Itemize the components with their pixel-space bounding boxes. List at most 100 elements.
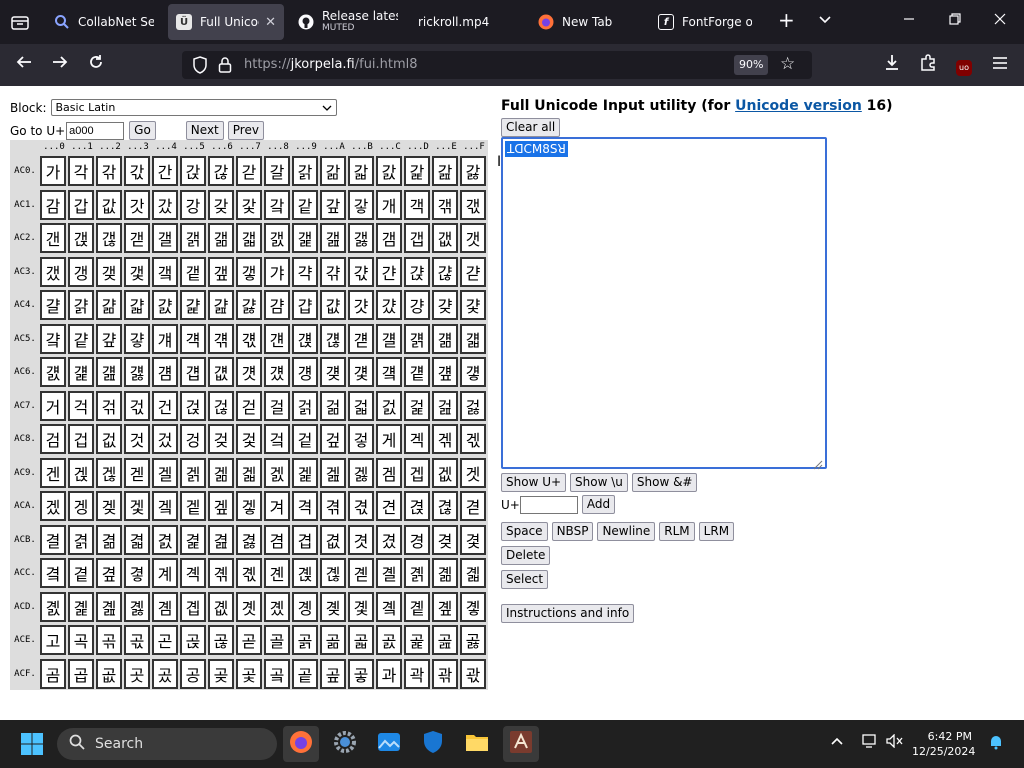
character-cell[interactable]: 갞 xyxy=(432,189,458,220)
character-cell[interactable]: 겫 xyxy=(348,491,374,521)
character-cell[interactable]: 겪 xyxy=(320,491,346,521)
character-cell[interactable]: 걖 xyxy=(208,323,234,354)
clear-all-button[interactable]: Clear all xyxy=(501,118,561,137)
character-cell[interactable]: 과 xyxy=(376,658,402,689)
character-cell[interactable]: 곗 xyxy=(236,591,262,622)
character-cell[interactable]: 겵 xyxy=(180,524,206,555)
character-cell[interactable]: 걃 xyxy=(124,290,150,320)
character-cell[interactable]: 갴 xyxy=(152,256,178,287)
character-cell[interactable]: 곺 xyxy=(320,658,346,689)
character-cell[interactable]: 갽 xyxy=(404,256,430,287)
character-cell[interactable]: 갥 xyxy=(180,223,206,253)
character-cell[interactable]: 검 xyxy=(40,424,66,454)
character-cell[interactable]: 각 xyxy=(68,156,94,186)
character-cell[interactable]: 곷 xyxy=(236,658,262,689)
character-cell[interactable]: 갲 xyxy=(96,256,122,287)
character-cell[interactable]: 곦 xyxy=(208,625,234,655)
character-cell[interactable]: 걵 xyxy=(180,390,206,421)
character-cell[interactable]: 갂 xyxy=(96,156,122,186)
character-cell[interactable]: 걞 xyxy=(432,323,458,354)
character-cell[interactable]: 갆 xyxy=(208,156,234,186)
character-cell[interactable]: 갍 xyxy=(404,156,430,186)
character-cell[interactable]: 곯 xyxy=(460,625,486,655)
character-cell[interactable]: 갮 xyxy=(432,223,458,253)
character-cell[interactable]: 갸 xyxy=(264,256,290,287)
character-cell[interactable]: 걺 xyxy=(320,390,346,421)
character-cell[interactable]: 곃 xyxy=(124,558,150,588)
character-cell[interactable]: 겈 xyxy=(264,424,290,454)
character-cell[interactable]: 걈 xyxy=(264,290,290,320)
character-cell[interactable]: 걬 xyxy=(376,357,402,387)
character-cell[interactable]: 격 xyxy=(292,491,318,521)
character-cell[interactable]: 값 xyxy=(96,189,122,220)
character-cell[interactable]: 갿 xyxy=(460,256,486,287)
character-cell[interactable]: 겜 xyxy=(376,457,402,488)
character-cell[interactable]: 걢 xyxy=(96,357,122,387)
character-cell[interactable]: 겇 xyxy=(236,424,262,454)
character-cell[interactable]: 곲 xyxy=(96,658,122,689)
character-cell[interactable]: 곌 xyxy=(376,558,402,588)
character-cell[interactable]: 갤 xyxy=(152,223,178,253)
character-cell[interactable]: 갗 xyxy=(236,189,262,220)
character-cell[interactable]: 곓 xyxy=(124,591,150,622)
character-cell[interactable]: 걡 xyxy=(68,357,94,387)
character-cell[interactable]: 갚 xyxy=(320,189,346,220)
tab-rickroll[interactable]: rickroll.mp4 xyxy=(410,4,526,40)
character-cell[interactable]: 곝 xyxy=(404,591,430,622)
character-cell[interactable]: 걍 xyxy=(404,290,430,320)
delete-button[interactable]: Delete xyxy=(501,546,551,565)
character-cell[interactable]: 걁 xyxy=(68,290,94,320)
character-cell[interactable]: 걌 xyxy=(376,290,402,320)
character-cell[interactable]: 걕 xyxy=(180,323,206,354)
character-cell[interactable]: 겗 xyxy=(236,457,262,488)
display-icon[interactable] xyxy=(862,734,878,752)
character-cell[interactable]: 걅 xyxy=(180,290,206,320)
character-cell[interactable]: 걶 xyxy=(208,390,234,421)
character-cell[interactable]: 곫 xyxy=(348,625,374,655)
unicode-version-link[interactable]: Unicode version xyxy=(735,98,862,114)
character-cell[interactable]: 겼 xyxy=(376,524,402,555)
character-cell[interactable]: 곈 xyxy=(264,558,290,588)
show-hidden-icons-chevron-icon[interactable] xyxy=(830,734,844,750)
character-cell[interactable]: 곢 xyxy=(96,625,122,655)
character-cell[interactable]: 곇 xyxy=(236,558,262,588)
character-cell[interactable]: 고 xyxy=(40,625,66,655)
character-cell[interactable]: 갰 xyxy=(40,256,66,287)
character-cell[interactable]: 갏 xyxy=(460,156,486,186)
character-cell[interactable]: 곀 xyxy=(40,558,66,588)
notification-bell-icon[interactable] xyxy=(988,734,1004,754)
character-cell[interactable]: 겥 xyxy=(180,491,206,521)
instructions-button[interactable]: Instructions and info xyxy=(501,604,635,623)
character-cell[interactable]: 겲 xyxy=(96,524,122,555)
character-cell[interactable]: 갃 xyxy=(124,156,150,186)
character-cell[interactable]: 걪 xyxy=(320,357,346,387)
character-cell[interactable]: 곧 xyxy=(236,625,262,655)
prev-button[interactable]: Prev xyxy=(227,121,264,140)
character-cell[interactable]: 걊 xyxy=(320,290,346,320)
character-cell[interactable]: 건 xyxy=(152,390,178,421)
nbsp-button[interactable]: NBSP xyxy=(551,522,594,541)
character-cell[interactable]: 갅 xyxy=(180,156,206,186)
character-cell[interactable]: 곪 xyxy=(320,625,346,655)
character-cell[interactable]: 겚 xyxy=(320,457,346,488)
character-cell[interactable]: 갇 xyxy=(236,156,262,186)
character-cell[interactable]: 갟 xyxy=(460,189,486,220)
hamburger-menu-icon[interactable] xyxy=(988,53,1012,77)
character-cell[interactable]: 갾 xyxy=(432,256,458,287)
character-cell[interactable]: 걘 xyxy=(264,323,290,354)
character-cell[interactable]: 갻 xyxy=(348,256,374,287)
character-cell[interactable]: 곋 xyxy=(348,558,374,588)
character-cell[interactable]: 게 xyxy=(376,424,402,454)
character-cell[interactable]: 갑 xyxy=(68,189,94,220)
go-button[interactable]: Go xyxy=(129,121,156,140)
show-uplus-button[interactable]: Show U+ xyxy=(501,473,567,492)
character-cell[interactable]: 겑 xyxy=(68,457,94,488)
character-cell[interactable]: 갋 xyxy=(348,156,374,186)
system-clock[interactable]: 6:42 PM 12/25/2024 xyxy=(912,729,975,759)
character-cell[interactable]: 거 xyxy=(40,390,66,421)
character-cell[interactable]: 걫 xyxy=(348,357,374,387)
character-cell[interactable]: 겊 xyxy=(320,424,346,454)
character-cell[interactable]: 갣 xyxy=(124,223,150,253)
minimize-icon[interactable] xyxy=(903,10,915,29)
character-cell[interactable]: 곑 xyxy=(68,591,94,622)
